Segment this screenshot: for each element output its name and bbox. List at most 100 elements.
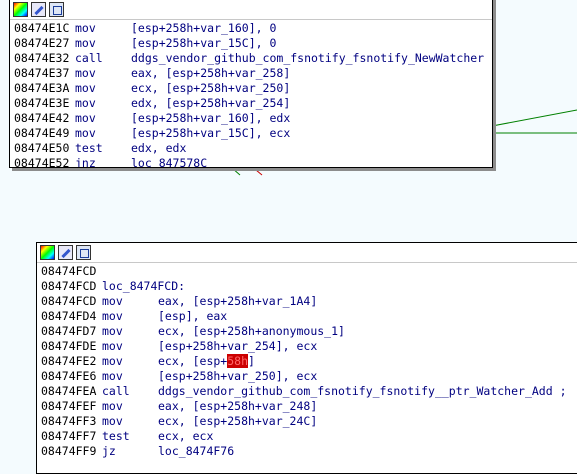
address: 08474E42 [14,111,70,125]
highlighted-operand[interactable]: 58h [227,354,249,368]
address: 08474E32 [14,51,70,65]
operand: eax, [esp+258h+var_258] [131,66,291,80]
address: 08474FCD [41,294,97,308]
operand: ecx, [esp+258h+anonymous_1] [158,324,345,338]
instruction-line[interactable]: 08474FE2 mov ecx, [esp+58h] [41,354,577,369]
operand: ddgs_vendor_github_com_fsnotify_fsnotify… [131,51,485,65]
operand: [esp+258h+var_160], edx [131,111,291,125]
mnemonic: mov [75,66,96,80]
operand: eax, [esp+258h+var_248] [158,399,318,413]
address: 08474E50 [14,141,70,155]
instruction-list: 08474FCD 08474FCD loc_8474FCD: 08474FCD mov e… [37,263,577,459]
mnemonic: mov [102,414,123,428]
operand: eax, [esp+258h+var_1A4] [158,294,318,308]
instruction-line[interactable]: 08474E3E mov edx, [esp+258h+var_254] [14,96,492,111]
color-picker-icon[interactable] [40,245,55,260]
address: 08474FEA [41,384,97,398]
instruction-line[interactable]: 08474E37 mov eax, [esp+258h+var_258] [14,66,492,81]
address: 08474FEF [41,399,97,413]
mnemonic: test [102,429,130,443]
node-header [10,0,492,20]
mnemonic: mov [102,324,123,338]
operand: [esp+258h+var_15C], 0 [131,36,277,50]
mnemonic: mov [102,294,123,308]
operand: loc_847578C [131,156,208,168]
instruction-line[interactable]: 08474FE6 mov [esp+258h+var_250], ecx [41,369,577,384]
instruction-line[interactable]: 08474FD7 mov ecx, [esp+258h+anonymous_1] [41,324,577,339]
instruction-line[interactable]: 08474FF9 jz loc_8474F76 [41,444,577,459]
instruction-line[interactable]: 08474E3A mov ecx, [esp+258h+var_250] [14,81,492,96]
address: 08474E3E [14,96,70,110]
mnemonic: jnz [75,156,96,168]
operand: [esp], eax [158,309,228,323]
address: 08474FF7 [41,429,97,443]
address: 08474FF9 [41,444,97,458]
address: 08474FE6 [41,369,97,383]
instruction-line[interactable]: 08474E49 mov [esp+258h+var_15C], ecx [14,126,492,141]
mnemonic: mov [75,36,96,50]
mnemonic: mov [102,369,123,383]
address: 08474E37 [14,66,70,80]
mnemonic: mov [102,309,123,323]
edit-node-icon[interactable] [58,245,73,260]
operand: [esp+258h+var_160], 0 [131,21,277,35]
operand: ecx, [esp+258h+var_250] [131,81,291,95]
mnemonic: loc_8474FCD: [102,279,186,293]
instruction-line[interactable]: 08474FD4 mov [esp], eax [41,309,577,324]
address: 08474FCD [41,279,97,293]
mnemonic: call [75,51,103,65]
instruction-line[interactable]: 08474FCD [41,264,577,279]
instruction-list: 08474E1C mov [esp+258h+var_160], 0 08474E27… [10,20,492,168]
instruction-line[interactable]: 08474FCD loc_8474FCD: [41,279,577,294]
operand: ecx, [esp+258h+var_24C] [158,414,318,428]
operand: ecx, ecx [158,429,214,443]
instruction-line[interactable]: 08474FEF mov eax, [esp+258h+var_248] [41,399,577,414]
address: 08474E1C [14,21,70,35]
instruction-line[interactable]: 08474E1C mov [esp+258h+var_160], 0 [14,21,492,36]
mnemonic: mov [75,126,96,140]
address: 08474FD4 [41,309,97,323]
address: 08474E27 [14,36,70,50]
instruction-line[interactable]: 08474E52 jnz loc_847578C [14,156,492,168]
operand: [esp+258h+var_250], ecx [158,369,318,383]
node-header [37,243,577,263]
address: 08474FF3 [41,414,97,428]
instruction-line[interactable]: 08474E50 test edx, edx [14,141,492,156]
operand: [esp+258h+var_254], ecx [158,339,318,353]
operand: edx, [esp+258h+var_254] [131,96,291,110]
color-picker-icon[interactable] [13,2,28,17]
address: 08474E49 [14,126,70,140]
operand: edx, edx [131,141,187,155]
mnemonic: mov [102,399,123,413]
code-block-node-2[interactable]: 08474FCD 08474FCD loc_8474FCD: 08474FCD mov e… [36,242,577,474]
code-block-node-1[interactable]: 08474E1C mov [esp+258h+var_160], 0 08474E27… [9,0,493,168]
mnemonic: mov [75,96,96,110]
instruction-line[interactable]: 08474FF3 mov ecx, [esp+258h+var_24C] [41,414,577,429]
mnemonic: test [75,141,103,155]
mnemonic: call [102,384,130,398]
graph-overview-icon[interactable] [49,2,64,17]
mnemonic: mov [102,339,123,353]
mnemonic: mov [75,81,96,95]
operand: [esp+258h+var_15C], ecx [131,126,291,140]
instruction-line[interactable]: 08474FCD mov eax, [esp+258h+var_1A4] [41,294,577,309]
instruction-line[interactable]: 08474E27 mov [esp+258h+var_15C], 0 [14,36,492,51]
operand: ] [248,354,255,368]
edit-node-icon[interactable] [31,2,46,17]
address: 08474E52 [14,156,70,168]
instruction-line[interactable]: 08474FF7 test ecx, ecx [41,429,577,444]
mnemonic: mov [102,354,123,368]
address: 08474FD7 [41,324,97,338]
mnemonic: jz [102,444,116,458]
mnemonic: mov [75,111,96,125]
operand: ddgs_vendor_github_com_fsnotify_fsnotify… [158,384,567,398]
mnemonic: mov [75,21,96,35]
instruction-line[interactable]: 08474E32 call ddgs_vendor_github_com_fsnot… [14,51,492,66]
address: 08474FE2 [41,354,97,368]
instruction-line[interactable]: 08474E42 mov [esp+258h+var_160], edx [14,111,492,126]
address: 08474E3A [14,81,70,95]
instruction-line[interactable]: 08474FDE mov [esp+258h+var_254], ecx [41,339,577,354]
instruction-line[interactable]: 08474FEA call ddgs_vendor_github_com_fsnot… [41,384,577,399]
address: 08474FCD [41,264,97,278]
graph-overview-icon[interactable] [76,245,91,260]
